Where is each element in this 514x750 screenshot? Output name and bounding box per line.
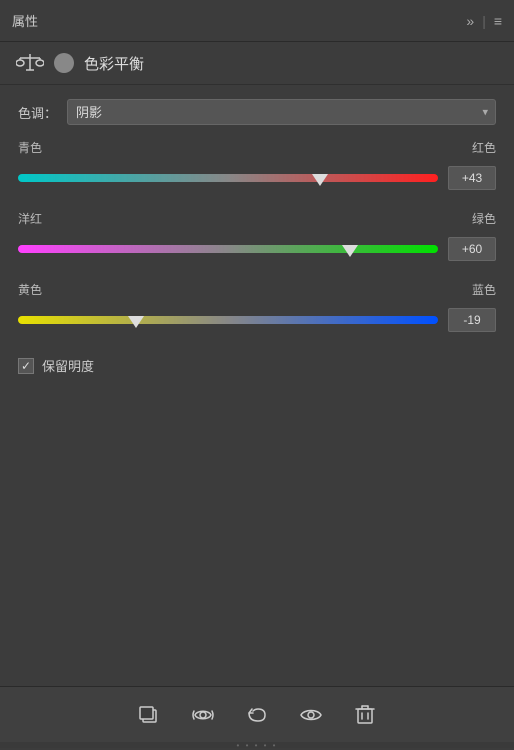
slider3-track — [18, 316, 438, 324]
preserve-luminosity-label: 保留明度 — [42, 356, 94, 375]
header-icons: » | ≡ — [466, 13, 502, 29]
slider1-track-wrapper[interactable] — [18, 160, 438, 196]
tone-label: 色调： — [18, 103, 57, 122]
menu-icon[interactable]: ≡ — [494, 13, 502, 29]
drag-handle: • • • • • — [0, 742, 514, 748]
slider2-container: +60 — [18, 231, 496, 267]
preserve-luminosity-checkbox[interactable]: ✓ — [18, 358, 34, 374]
color-balance-panel: 属性 » | ≡ 色彩平衡 色调： — [0, 0, 514, 748]
cyan-red-slider-row: 青色 红色 +43 — [18, 139, 496, 196]
green-label: 绿色 — [472, 210, 496, 227]
magenta-green-slider-row: 洋红 绿色 +60 — [18, 210, 496, 267]
slider1-track — [18, 174, 438, 182]
slider1-thumb[interactable] — [312, 174, 328, 186]
slider2-labels: 洋红 绿色 — [18, 210, 496, 227]
blue-label: 蓝色 — [472, 281, 496, 298]
preserve-luminosity-row: ✓ 保留明度 — [18, 356, 496, 375]
yellow-label: 黄色 — [18, 281, 42, 298]
slider3-container: -19 — [18, 302, 496, 338]
slider3-value[interactable]: -19 — [448, 308, 496, 332]
panel-title: 属性 — [12, 11, 466, 30]
balance-icon — [16, 52, 44, 74]
slider3-labels: 黄色 蓝色 — [18, 281, 496, 298]
tone-select[interactable]: 高光 中间调 阴影 — [67, 99, 496, 125]
expand-icon[interactable]: » — [466, 13, 474, 29]
header-divider: | — [482, 13, 486, 29]
visibility-button[interactable] — [186, 698, 220, 732]
magenta-label: 洋红 — [18, 210, 42, 227]
slider2-value[interactable]: +60 — [448, 237, 496, 261]
tone-select-wrapper: 高光 中间调 阴影 ▾ — [67, 99, 496, 125]
section-title-row: 色彩平衡 — [0, 42, 514, 85]
drag-dots: • • • • • — [237, 741, 278, 750]
tone-row: 色调： 高光 中间调 阴影 ▾ — [18, 99, 496, 125]
panel-content: 色调： 高光 中间调 阴影 ▾ 青色 红色 — [0, 85, 514, 686]
red-label: 红色 — [472, 139, 496, 156]
section-label: 色彩平衡 — [84, 53, 144, 74]
eye-button[interactable] — [294, 698, 328, 732]
add-layer-button[interactable] — [132, 698, 166, 732]
cyan-label: 青色 — [18, 139, 42, 156]
slider1-value[interactable]: +43 — [448, 166, 496, 190]
slider2-track — [18, 245, 438, 253]
content-spacer — [18, 389, 496, 672]
slider2-track-wrapper[interactable] — [18, 231, 438, 267]
yellow-blue-slider-row: 黄色 蓝色 -19 — [18, 281, 496, 338]
slider3-thumb[interactable] — [128, 316, 144, 328]
reset-button[interactable] — [240, 698, 274, 732]
bottom-toolbar — [0, 686, 514, 742]
slider2-thumb[interactable] — [342, 245, 358, 257]
slider1-container: +43 — [18, 160, 496, 196]
slider1-labels: 青色 红色 — [18, 139, 496, 156]
delete-button[interactable] — [348, 698, 382, 732]
slider3-track-wrapper[interactable] — [18, 302, 438, 338]
adjustment-circle-icon — [54, 53, 74, 73]
checkmark-icon: ✓ — [21, 359, 31, 373]
panel-header: 属性 » | ≡ — [0, 0, 514, 42]
